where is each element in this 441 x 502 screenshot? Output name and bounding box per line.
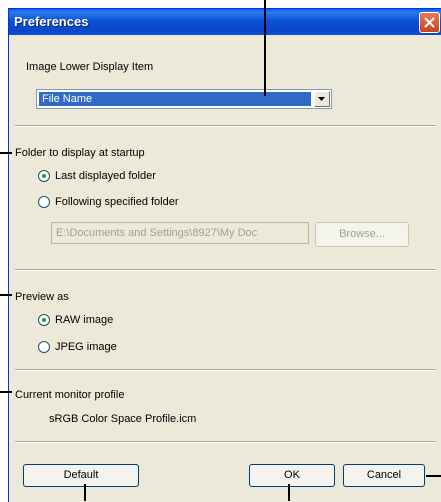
radio-following-specified-folder[interactable]	[38, 196, 50, 208]
startup-folder-label: Folder to display at startup	[15, 147, 145, 159]
callout-line-ok	[288, 484, 290, 501]
callout-line-startup	[0, 152, 12, 154]
callout-line-default	[84, 484, 86, 501]
radio-last-displayed-folder[interactable]	[38, 170, 50, 182]
window-title: Preferences	[14, 14, 89, 29]
preferences-dialog: Preferences Image Lower Display Item Fil…	[8, 8, 441, 502]
radio-following-specified-label: Following specified folder	[55, 196, 179, 208]
ok-button[interactable]: OK	[249, 464, 335, 487]
close-icon	[424, 17, 435, 28]
radio-last-displayed-label: Last displayed folder	[55, 170, 156, 182]
radio-raw-image[interactable]	[38, 314, 50, 326]
radio-jpeg-image[interactable]	[38, 341, 50, 353]
monitor-profile-value: sRGB Color Space Profile.icm	[49, 413, 197, 425]
radio-raw-image-label: RAW image	[55, 314, 114, 326]
folder-path-field[interactable]: E:\Documents and Settings\8927\My Doc	[51, 222, 309, 244]
browse-button[interactable]: Browse...	[315, 222, 409, 247]
separator	[15, 369, 436, 371]
cancel-button[interactable]: Cancel	[343, 464, 425, 487]
chevron-down-icon	[318, 97, 325, 101]
separator	[15, 441, 436, 443]
radio-jpeg-image-label: JPEG image	[55, 341, 117, 353]
callout-line-dropdown	[264, 0, 266, 96]
default-button[interactable]: Default	[23, 464, 139, 487]
title-bar[interactable]: Preferences	[9, 9, 441, 35]
dropdown-selected-value: File Name	[39, 92, 311, 106]
separator	[15, 269, 436, 271]
image-lower-label: Image Lower Display Item	[26, 61, 154, 73]
close-button[interactable]	[419, 12, 440, 33]
preview-as-label: Preview as	[15, 291, 69, 303]
monitor-profile-label: Current monitor profile	[15, 389, 125, 401]
dropdown-arrow-button[interactable]	[314, 91, 330, 107]
callout-line-preview	[0, 294, 12, 296]
callout-line-monitor	[0, 391, 12, 393]
image-lower-dropdown[interactable]: File Name	[36, 89, 332, 109]
separator	[15, 125, 436, 127]
callout-line-cancel	[426, 475, 441, 477]
